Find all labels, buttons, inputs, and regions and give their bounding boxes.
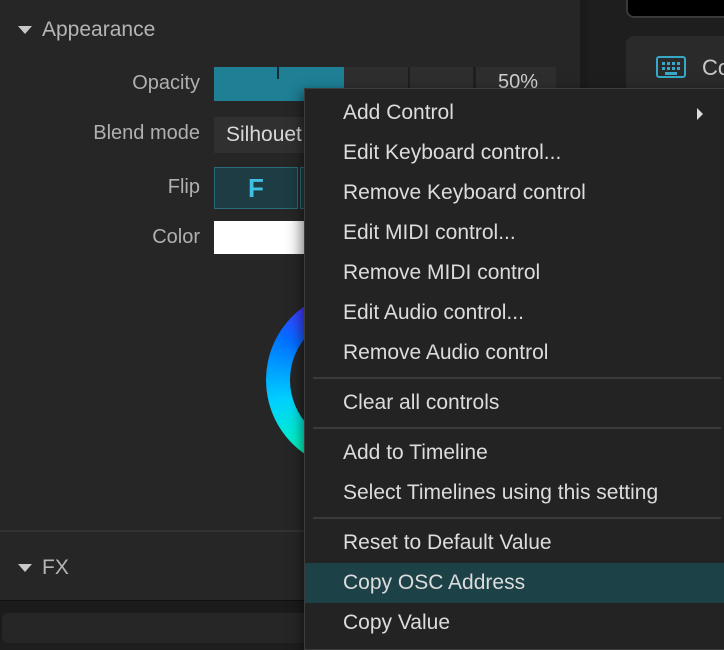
appearance-title: Appearance <box>42 18 156 41</box>
menu-item-label: Edit Keyboard control... <box>343 141 562 164</box>
menu-separator <box>313 517 721 519</box>
menu-item-edit-keyboard-control[interactable]: Edit Keyboard control... <box>305 133 724 173</box>
submenu-arrow-icon <box>697 108 703 120</box>
context-menu: Add Control Edit Keyboard control... Rem… <box>304 88 724 650</box>
color-label: Color <box>152 226 200 248</box>
menu-item-add-to-timeline[interactable]: Add to Timeline <box>305 433 724 473</box>
menu-item-edit-audio-control[interactable]: Edit Audio control... <box>305 293 724 333</box>
fx-title: FX <box>42 556 69 579</box>
collapse-triangle-icon <box>18 26 32 34</box>
menu-item-remove-midi-control[interactable]: Remove MIDI control <box>305 253 724 293</box>
menu-item-label: Remove Keyboard control <box>343 181 586 204</box>
menu-item-label: Copy Value <box>343 611 451 634</box>
menu-item-label: Add to Timeline <box>343 441 488 464</box>
menu-separator <box>313 427 721 429</box>
menu-item-label: Reset to Default Value <box>343 531 552 554</box>
menu-item-remove-audio-control[interactable]: Remove Audio control <box>305 333 724 373</box>
menu-item-label: Copy OSC Address <box>343 571 526 594</box>
menu-item-add-control[interactable]: Add Control <box>305 93 724 133</box>
menu-separator <box>313 377 721 379</box>
color-swatch[interactable] <box>214 221 314 254</box>
menu-item-edit-midi-control[interactable]: Edit MIDI control... <box>305 213 724 253</box>
menu-item-label: Edit MIDI control... <box>343 221 516 244</box>
keyboard-icon <box>656 56 686 78</box>
collapse-triangle-icon <box>18 564 32 572</box>
preview-panel <box>626 0 724 18</box>
menu-item-label: Edit Audio control... <box>343 301 524 324</box>
menu-item-label: Add Control <box>343 101 454 124</box>
menu-item-copy-osc-address[interactable]: Copy OSC Address <box>305 563 724 603</box>
fx-section-header[interactable]: FX <box>0 546 69 590</box>
menu-item-label: Select Timelines using this setting <box>343 481 659 504</box>
menu-item-clear-all-controls[interactable]: Clear all controls <box>305 383 724 423</box>
opacity-tick <box>277 67 279 79</box>
flip-label: Flip <box>167 176 200 198</box>
flip-horizontal-button[interactable]: F <box>214 167 298 209</box>
menu-item-label: Remove Audio control <box>343 341 549 364</box>
menu-item-select-timelines[interactable]: Select Timelines using this setting <box>305 473 724 513</box>
menu-item-label: Remove MIDI control <box>343 261 541 284</box>
controls-card-label: Co <box>702 55 724 80</box>
menu-item-reset-default[interactable]: Reset to Default Value <box>305 523 724 563</box>
menu-item-label: Clear all controls <box>343 391 500 414</box>
blend-mode-label: Blend mode <box>93 122 200 144</box>
opacity-label: Opacity <box>132 72 200 94</box>
appearance-section-header[interactable]: Appearance <box>0 8 155 52</box>
menu-item-remove-keyboard-control[interactable]: Remove Keyboard control <box>305 173 724 213</box>
menu-item-copy-value[interactable]: Copy Value <box>305 603 724 643</box>
